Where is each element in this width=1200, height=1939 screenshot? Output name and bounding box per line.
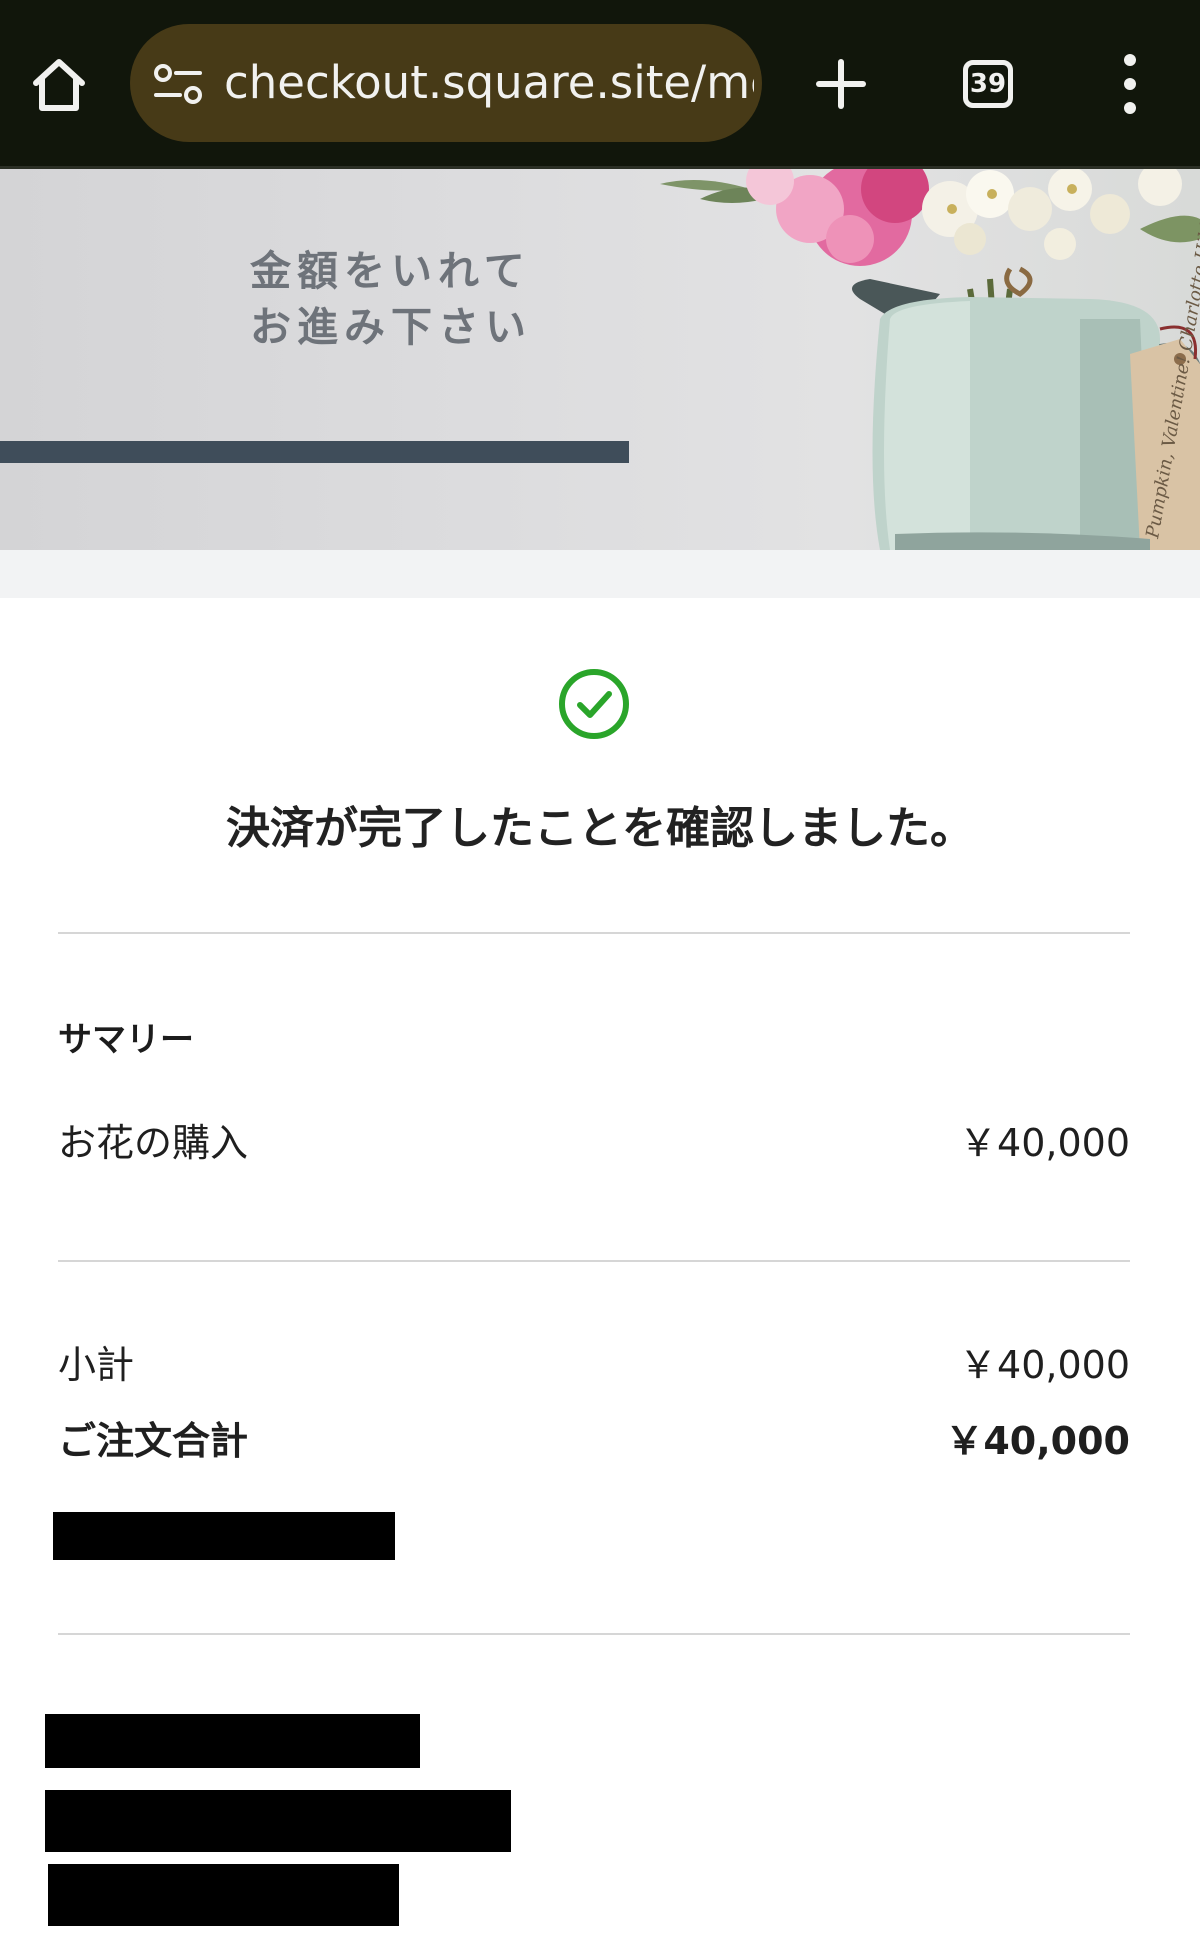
- home-icon: [33, 59, 85, 111]
- tune-icon: [154, 64, 202, 104]
- menu-dot-icon: [1124, 102, 1136, 114]
- new-tab-button[interactable]: [804, 44, 878, 124]
- browser-toolbar: checkout.square.site/me 39: [0, 0, 1200, 169]
- home-button[interactable]: [22, 44, 96, 126]
- url-text[interactable]: checkout.square.site/me: [224, 24, 754, 142]
- banner-line-1: 金額をいれて: [250, 247, 531, 295]
- flower-vase-image: Pumpkin, Valentine! Charlotte Hilda: [660, 169, 1200, 550]
- subtotal-value: ￥40,000: [959, 1343, 1130, 1387]
- tab-count: 39: [963, 60, 1013, 108]
- divider: [58, 1633, 1130, 1635]
- banner-line-2: お進み下さい: [250, 303, 532, 351]
- order-total-label: ご注文合計: [58, 1419, 249, 1463]
- confirmation-message: 決済が完了したことを確認しました。: [226, 803, 974, 854]
- redacted-block: [45, 1714, 420, 1768]
- divider: [58, 1260, 1130, 1262]
- menu-dot-icon: [1124, 78, 1136, 90]
- header-banner: 金額をいれて お進み下さい Pumpkin, Valentine! Charlo…: [0, 169, 1200, 550]
- redacted-block: [53, 1512, 395, 1560]
- redacted-block: [45, 1790, 511, 1852]
- tab-switcher-button[interactable]: 39: [958, 54, 1018, 114]
- summary-heading: サマリー: [58, 1020, 194, 1060]
- banner-separator: [0, 550, 1200, 598]
- plus-icon: [816, 59, 866, 109]
- divider: [58, 932, 1130, 934]
- menu-dot-icon: [1124, 54, 1136, 66]
- line-item-name: お花の購入: [58, 1121, 249, 1165]
- site-info-button[interactable]: [150, 56, 206, 112]
- banner-accent-bar: [0, 441, 629, 463]
- redacted-block: [48, 1864, 399, 1926]
- banner-text: 金額をいれて お進み下さい: [250, 243, 670, 355]
- overflow-menu-button[interactable]: [1102, 44, 1158, 124]
- subtotal-label: 小計: [58, 1343, 135, 1387]
- line-item-price: ￥40,000: [959, 1121, 1130, 1165]
- address-bar[interactable]: checkout.square.site/me: [130, 24, 762, 142]
- check-circle-icon: [559, 669, 629, 739]
- order-total-value: ￥40,000: [945, 1419, 1130, 1463]
